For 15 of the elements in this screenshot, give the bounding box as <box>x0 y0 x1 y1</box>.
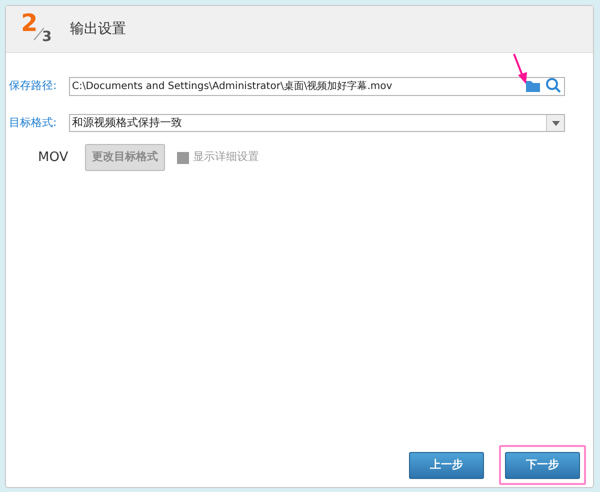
format-dropdown[interactable]: 和源视频格式保持一致 <box>69 114 565 132</box>
previous-button[interactable]: 上一步 <box>409 452 484 479</box>
next-button[interactable]: 下一步 <box>505 452 580 479</box>
dialog-title: 输出设置 <box>70 20 126 38</box>
dropdown-caret-icon[interactable] <box>546 115 564 131</box>
annotation-arrow <box>512 53 528 85</box>
format-name: MOV <box>38 148 70 167</box>
step-number: 2 <box>21 9 38 37</box>
field-label: 保存路径: <box>9 78 58 94</box>
step-total: 3 <box>42 29 52 45</box>
checkbox-label: 显示详细设置 <box>193 149 259 166</box>
folder-icon[interactable] <box>526 80 541 92</box>
field-label: 目标格式: <box>9 114 58 131</box>
search-icon[interactable] <box>545 77 561 93</box>
path-field[interactable]: C:\Documents and Settings\Administrator\桌面\视频加好字幕.mov <box>69 77 565 96</box>
